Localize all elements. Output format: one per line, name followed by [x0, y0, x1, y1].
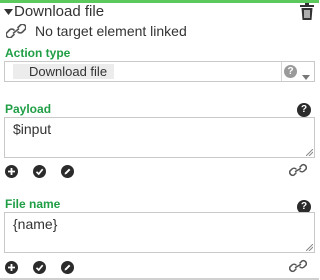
target-element-status: No target element linked	[6, 22, 187, 40]
add-icon[interactable]	[5, 164, 18, 178]
selected-action-chip: Download file	[13, 64, 115, 79]
payload-value: $input	[13, 121, 52, 137]
add-icon[interactable]	[5, 260, 18, 274]
action-title: Download file	[14, 3, 105, 20]
resize-grip-icon[interactable]	[306, 244, 313, 251]
file-name-label: File name	[5, 197, 61, 211]
check-icon[interactable]	[33, 164, 46, 178]
resize-grip-icon[interactable]	[306, 149, 313, 156]
chain-link-icon[interactable]	[288, 259, 308, 273]
payload-textarea[interactable]: $input	[4, 117, 315, 158]
file-name-value: {name}	[13, 216, 58, 232]
chain-link-icon[interactable]	[288, 163, 308, 177]
check-icon[interactable]	[33, 260, 46, 274]
chevron-down-icon[interactable]	[301, 68, 311, 80]
payload-help-icon[interactable]: ?	[297, 103, 311, 117]
help-circle-icon[interactable]: ?	[284, 65, 297, 78]
payload-label: Payload	[5, 102, 52, 116]
trash-icon[interactable]	[300, 3, 314, 20]
file-name-textarea[interactable]: {name}	[4, 212, 315, 253]
link-icon	[6, 24, 26, 38]
edit-icon[interactable]	[61, 260, 74, 274]
action-type-label: Action type	[5, 46, 71, 60]
edit-icon[interactable]	[61, 164, 74, 178]
target-status-text: No target element linked	[35, 23, 187, 39]
select-divider	[281, 62, 282, 81]
payload-toolbar	[5, 164, 89, 178]
action-type-select[interactable]: Download file ?	[4, 61, 315, 82]
file-name-toolbar	[5, 260, 89, 274]
action-header: Download file	[0, 3, 319, 20]
caret-down-icon[interactable]	[4, 7, 13, 16]
